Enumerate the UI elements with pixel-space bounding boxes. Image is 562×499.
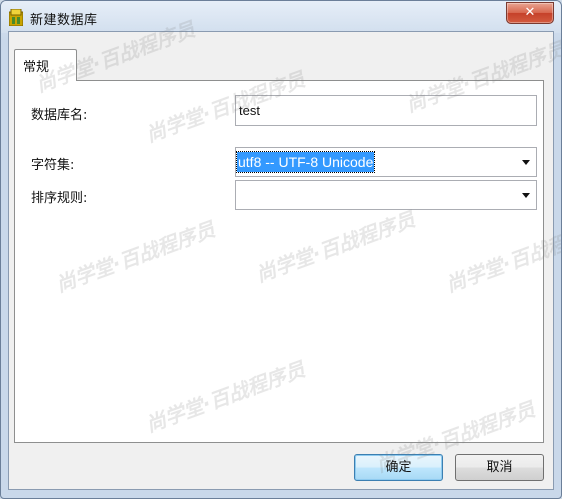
collation-label: 排序规则: <box>31 191 88 206</box>
dialog-body: 常规 数据库名: test 字符集: utf8 -- UTF-8 Unicode… <box>8 31 554 490</box>
collation-select[interactable] <box>235 180 537 210</box>
charset-select[interactable]: utf8 -- UTF-8 Unicode <box>235 147 537 177</box>
close-icon: ✕ <box>524 5 536 20</box>
title-bar[interactable]: 新建数据库 ✕ <box>1 1 561 33</box>
database-name-label: 数据库名: <box>31 108 88 123</box>
general-tab-panel: 数据库名: test 字符集: utf8 -- UTF-8 Unicode 排序… <box>14 80 544 443</box>
tab-general[interactable]: 常规 <box>14 49 77 81</box>
charset-dropdown-arrow-icon[interactable] <box>522 160 530 165</box>
close-button[interactable]: ✕ <box>506 2 554 24</box>
database-app-icon <box>9 9 23 26</box>
collation-selected-value <box>237 185 239 205</box>
collation-dropdown-arrow-icon[interactable] <box>522 193 530 198</box>
window-title: 新建数据库 <box>30 13 98 28</box>
charset-label: 字符集: <box>31 158 75 173</box>
tab-general-label: 常规 <box>23 60 50 75</box>
ok-button[interactable]: 确定 <box>354 454 443 481</box>
database-name-value: test <box>239 103 260 118</box>
database-name-input[interactable]: test <box>235 95 537 126</box>
new-database-dialog: 新建数据库 ✕ 常规 数据库名: test 字符集: utf8 -- UTF-8… <box>0 0 562 499</box>
charset-selected-value: utf8 -- UTF-8 Unicode <box>235 151 376 173</box>
cancel-button[interactable]: 取消 <box>455 454 544 481</box>
